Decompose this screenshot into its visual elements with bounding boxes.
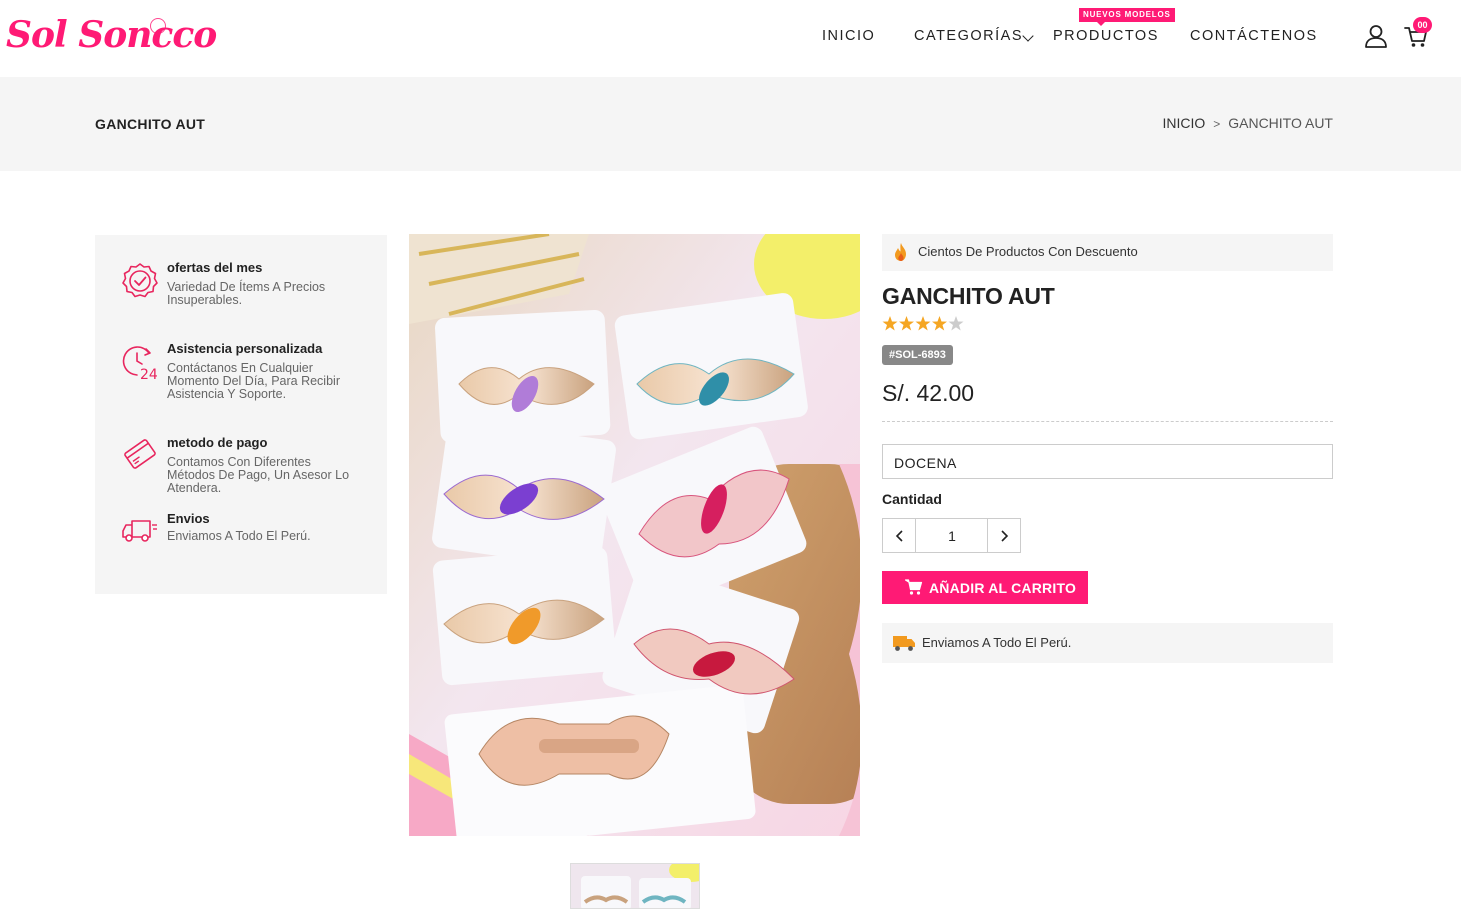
quantity-increment-button[interactable]: [987, 519, 1020, 552]
svg-text:24: 24: [140, 367, 158, 381]
feature-title: metodo de pago: [167, 435, 268, 450]
nav-inicio[interactable]: INICIO: [822, 28, 875, 44]
star-icon: [882, 316, 898, 331]
star-icon: [915, 316, 931, 331]
promo-text: Cientos De Productos Con Descuento: [918, 244, 1138, 259]
product-price: S/. 42.00: [882, 380, 975, 406]
chevron-down-icon[interactable]: [1022, 30, 1034, 42]
product-photo: [409, 234, 860, 836]
fire-icon: [895, 243, 906, 261]
quantity-stepper: [882, 518, 1021, 553]
breadcrumb-current: GANCHITO AUT: [1228, 115, 1333, 131]
cart-icon: [905, 579, 923, 595]
user-icon[interactable]: [1362, 22, 1390, 50]
delivery-truck-icon: [893, 636, 915, 651]
features-panel: ofertas del mes Variedad De Ítems A Prec…: [95, 235, 387, 594]
product-title: GANCHITO AUT: [882, 283, 1055, 309]
feature-text: Variedad De Ítems A Precios Insuperables…: [167, 280, 326, 307]
quantity-input[interactable]: [917, 519, 987, 552]
delivery-truck-icon: [122, 520, 157, 542]
promo-banner: Cientos De Productos Con Descuento: [882, 234, 1333, 271]
product-thumbnail[interactable]: [570, 863, 700, 909]
star-empty-icon: [948, 316, 964, 331]
chevron-right-icon: [1001, 530, 1009, 542]
site-logo[interactable]: Sol Soncco: [6, 14, 217, 56]
thumbnail-image: [571, 864, 699, 908]
star-icon: [932, 316, 947, 331]
quantity-decrement-button[interactable]: [883, 519, 916, 552]
feature-title: Asistencia personalizada: [167, 341, 323, 356]
divider: [882, 421, 1333, 422]
site-header: Sol Soncco INICIO CATEGORÍAS NUEVOS MODE…: [0, 0, 1461, 77]
clock-24-icon: 24: [122, 346, 158, 381]
breadcrumb-home-link[interactable]: INICIO: [1162, 115, 1205, 131]
shipping-banner: Enviamos A Todo El Perú.: [882, 623, 1333, 663]
breadcrumb: INICIO > GANCHITO AUT: [1162, 115, 1333, 131]
feature-text: Enviamos A Todo El Perú.: [167, 529, 311, 543]
nav-productos[interactable]: PRODUCTOS: [1053, 28, 1159, 44]
badge-check-icon: [122, 263, 158, 298]
breadcrumb-separator: >: [1213, 117, 1221, 131]
sku-badge: #SOL-6893: [882, 345, 953, 365]
logo-heart-icon: [150, 18, 166, 34]
nav-contactenos[interactable]: CONTÁCTENOS: [1190, 28, 1318, 44]
page-title: GANCHITO AUT: [95, 116, 206, 132]
credit-card-icon: [124, 439, 156, 469]
chevron-left-icon: [895, 530, 903, 542]
product-main-image[interactable]: [409, 234, 860, 836]
quantity-label: Cantidad: [882, 491, 942, 507]
feature-text: Contamos Con Diferentes Métodos De Pago,…: [167, 455, 350, 495]
feature-title: Envios: [167, 511, 210, 526]
feature-text: Contáctanos En Cualquier Momento Del Día…: [167, 361, 340, 401]
cart-count-badge: 00: [1413, 17, 1432, 33]
add-to-cart-button[interactable]: AÑADIR AL CARRITO: [882, 571, 1088, 604]
star-icon: [899, 316, 914, 331]
feature-title: ofertas del mes: [167, 260, 263, 275]
shipping-text: Enviamos A Todo El Perú.: [922, 635, 1072, 650]
rating-stars: [882, 316, 964, 331]
variant-select[interactable]: DOCENA: [882, 444, 1333, 479]
page-header-bar: GANCHITO AUT INICIO > GANCHITO AUT: [0, 77, 1461, 171]
nuevos-modelos-badge: NUEVOS MODELOS: [1079, 8, 1175, 26]
nav-categorias[interactable]: CATEGORÍAS: [914, 28, 1023, 44]
add-to-cart-label: AÑADIR AL CARRITO: [929, 580, 1077, 596]
